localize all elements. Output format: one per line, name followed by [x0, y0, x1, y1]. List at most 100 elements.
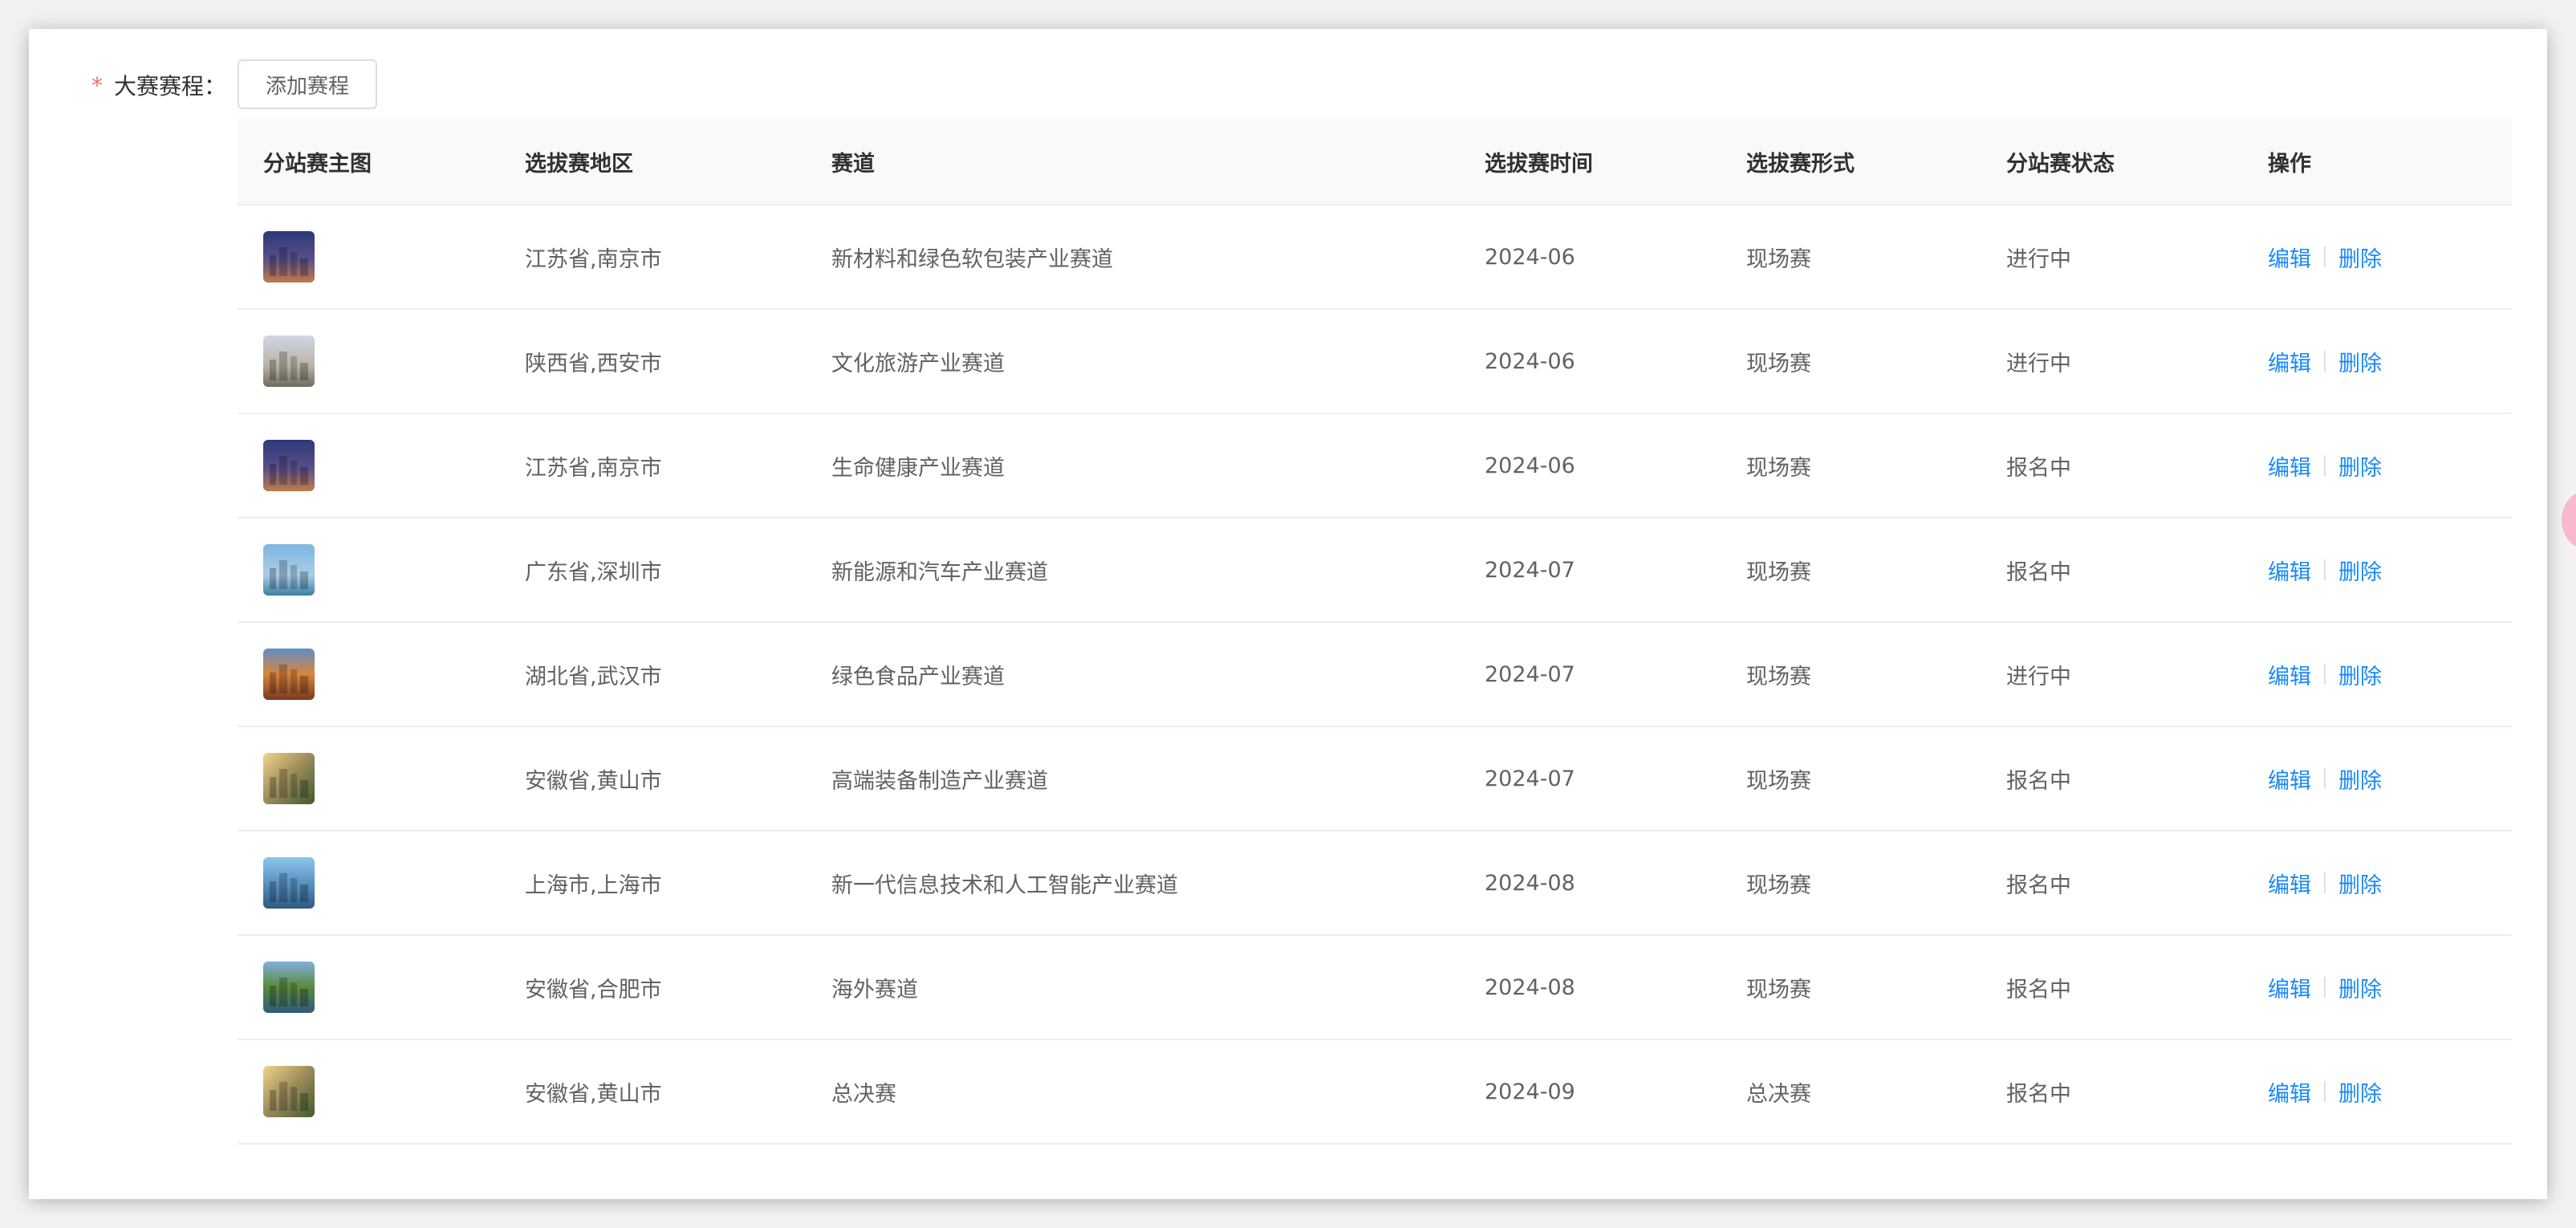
row-region: 江苏省,南京市: [525, 246, 662, 272]
action-divider: [2324, 559, 2326, 580]
row-format: 现场赛: [1746, 664, 1811, 689]
row-actions: 编辑 删除: [2242, 555, 2512, 586]
floating-assistant-icon[interactable]: [2562, 491, 2576, 549]
row-status: 报名中: [2006, 768, 2071, 794]
row-status: 进行中: [2006, 664, 2071, 689]
row-thumbnail-cell: [238, 753, 499, 804]
delete-link[interactable]: 删除: [2338, 450, 2382, 482]
row-region: 江苏省,南京市: [525, 455, 662, 481]
row-thumbnail-cell: [238, 857, 499, 909]
thumbnail-image-icon[interactable]: [263, 544, 315, 596]
header-status: 分站赛状态: [2006, 151, 2115, 177]
schedule-panel: * 大赛赛程： 添加赛程 分站赛主图 选拔赛地区 赛道 选拔赛时间 选拔赛形式 …: [29, 29, 2576, 1199]
row-region: 广东省,深圳市: [525, 559, 662, 585]
edit-link[interactable]: 编辑: [2268, 450, 2311, 482]
delete-link[interactable]: 删除: [2338, 868, 2382, 899]
delete-link[interactable]: 删除: [2338, 1076, 2382, 1108]
thumbnail-image-icon[interactable]: [263, 857, 315, 909]
header-main-image: 分站赛主图: [263, 151, 372, 177]
action-divider: [2324, 768, 2326, 789]
row-time: 2024-07: [1485, 766, 1575, 791]
row-time: 2024-09: [1485, 1079, 1575, 1104]
row-track: 总决赛: [831, 1081, 896, 1107]
row-track: 新一代信息技术和人工智能产业赛道: [831, 872, 1178, 898]
schedule-label-text: 大赛赛程：: [114, 73, 227, 100]
delete-link[interactable]: 删除: [2338, 659, 2382, 690]
add-schedule-button[interactable]: 添加赛程: [238, 59, 377, 109]
row-actions: 编辑 删除: [2242, 242, 2512, 273]
row-format: 现场赛: [1746, 246, 1811, 272]
table-row: 上海市,上海市 新一代信息技术和人工智能产业赛道 2024-08 现场赛 报名中…: [238, 832, 2512, 936]
row-status: 报名中: [2006, 559, 2071, 585]
row-track: 高端装备制造产业赛道: [831, 768, 1048, 794]
action-divider: [2324, 455, 2326, 476]
delete-link[interactable]: 删除: [2338, 346, 2382, 377]
row-format: 现场赛: [1746, 455, 1811, 481]
row-format: 现场赛: [1746, 977, 1811, 1002]
thumbnail-image-icon[interactable]: [263, 231, 315, 283]
thumbnail-image-icon[interactable]: [263, 753, 315, 804]
thumbnail-image-icon[interactable]: [263, 649, 315, 700]
row-status: 进行中: [2006, 351, 2071, 376]
edit-link[interactable]: 编辑: [2268, 972, 2311, 1003]
row-track: 文化旅游产业赛道: [831, 351, 1005, 376]
table-row: 安徽省,黄山市 总决赛 2024-09 总决赛 报名中 编辑 删除: [238, 1040, 2512, 1145]
row-region: 安徽省,合肥市: [525, 977, 662, 1002]
action-divider: [2324, 1081, 2326, 1102]
row-region: 陕西省,西安市: [525, 351, 662, 376]
table-body: 江苏省,南京市 新材料和绿色软包装产业赛道 2024-06 现场赛 进行中 编辑…: [238, 205, 2512, 1145]
row-format: 现场赛: [1746, 768, 1811, 794]
edit-link[interactable]: 编辑: [2268, 763, 2311, 795]
table-row: 广东省,深圳市 新能源和汽车产业赛道 2024-07 现场赛 报名中 编辑 删除: [238, 518, 2512, 623]
row-actions: 编辑 删除: [2242, 450, 2512, 482]
action-divider: [2324, 664, 2326, 685]
row-actions: 编辑 删除: [2242, 763, 2512, 795]
row-actions: 编辑 删除: [2242, 868, 2512, 899]
row-time: 2024-06: [1485, 348, 1575, 374]
table-header: 分站赛主图 选拔赛地区 赛道 选拔赛时间 选拔赛形式 分站赛状态 操作: [238, 119, 2512, 205]
row-format: 总决赛: [1746, 1081, 1811, 1107]
row-time: 2024-08: [1485, 974, 1575, 1000]
table-row: 安徽省,合肥市 海外赛道 2024-08 现场赛 报名中 编辑 删除: [238, 936, 2512, 1040]
row-format: 现场赛: [1746, 872, 1811, 898]
thumbnail-image-icon[interactable]: [263, 440, 315, 491]
edit-link[interactable]: 编辑: [2268, 659, 2311, 690]
edit-link[interactable]: 编辑: [2268, 555, 2311, 586]
row-thumbnail-cell: [238, 544, 499, 596]
edit-link[interactable]: 编辑: [2268, 1076, 2311, 1108]
header-track: 赛道: [831, 151, 875, 177]
row-actions: 编辑 删除: [2242, 659, 2512, 690]
edit-link[interactable]: 编辑: [2268, 868, 2311, 899]
row-thumbnail-cell: [238, 649, 499, 700]
row-format: 现场赛: [1746, 559, 1811, 585]
header-actions: 操作: [2268, 151, 2311, 177]
row-thumbnail-cell: [238, 231, 499, 283]
delete-link[interactable]: 删除: [2338, 242, 2382, 273]
thumbnail-image-icon[interactable]: [263, 335, 315, 387]
delete-link[interactable]: 删除: [2338, 972, 2382, 1003]
action-divider: [2324, 872, 2326, 893]
row-actions: 编辑 删除: [2242, 972, 2512, 1003]
thumbnail-image-icon[interactable]: [263, 1066, 315, 1117]
delete-link[interactable]: 删除: [2338, 555, 2382, 586]
edit-link[interactable]: 编辑: [2268, 242, 2311, 273]
thumbnail-image-icon[interactable]: [263, 962, 315, 1013]
row-time: 2024-07: [1485, 661, 1575, 687]
row-region: 安徽省,黄山市: [525, 1081, 662, 1107]
row-thumbnail-cell: [238, 1066, 499, 1117]
delete-link[interactable]: 删除: [2338, 763, 2382, 795]
row-time: 2024-07: [1485, 557, 1575, 583]
row-region: 上海市,上海市: [525, 872, 662, 898]
action-divider: [2324, 246, 2326, 267]
row-time: 2024-06: [1485, 244, 1575, 270]
table-row: 江苏省,南京市 新材料和绿色软包装产业赛道 2024-06 现场赛 进行中 编辑…: [238, 205, 2512, 310]
edit-link[interactable]: 编辑: [2268, 346, 2311, 377]
row-actions: 编辑 删除: [2242, 346, 2512, 377]
table-row: 湖北省,武汉市 绿色食品产业赛道 2024-07 现场赛 进行中 编辑 删除: [238, 623, 2512, 727]
row-thumbnail-cell: [238, 962, 499, 1013]
row-track: 绿色食品产业赛道: [831, 664, 1005, 689]
row-status: 报名中: [2006, 872, 2071, 898]
header-region: 选拔赛地区: [525, 151, 633, 177]
action-divider: [2324, 351, 2326, 372]
row-status: 报名中: [2006, 1081, 2071, 1107]
